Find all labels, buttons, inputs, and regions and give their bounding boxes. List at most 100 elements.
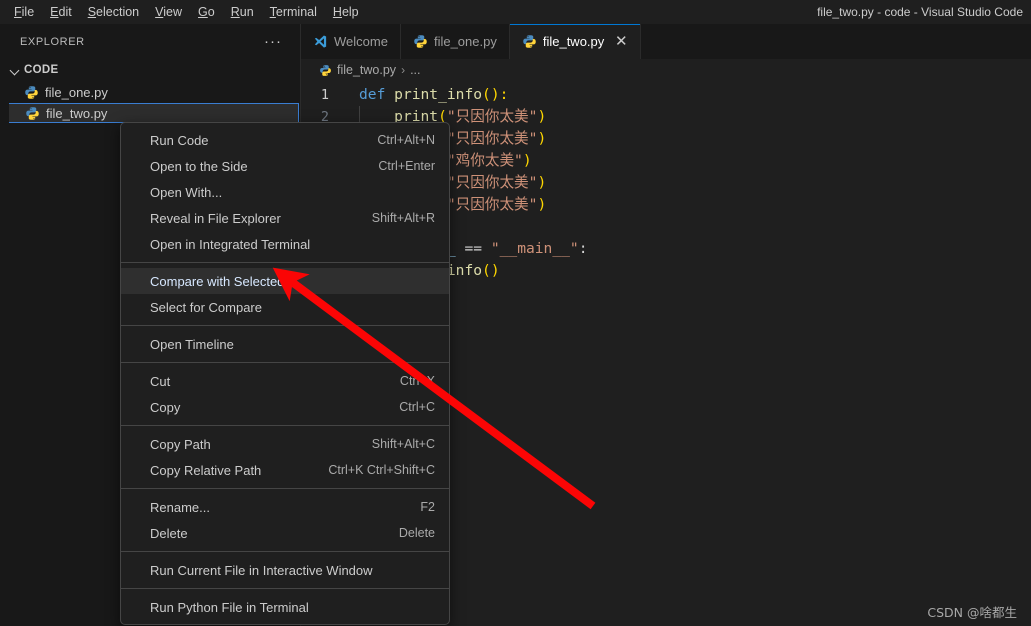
- menu-view-rest: iew: [163, 5, 183, 19]
- context-item-label: Open With...: [150, 184, 223, 200]
- context-menu-item-compare-with-selected[interactable]: Compare with Selected: [121, 268, 449, 294]
- menu-edit-mnemonic: E: [50, 5, 59, 19]
- context-item-label: Cut: [150, 373, 171, 389]
- root-folder-label: CODE: [24, 64, 59, 76]
- menu-terminal-rest: erminal: [275, 5, 317, 19]
- context-menu-separator: [121, 551, 449, 552]
- breadcrumb-file[interactable]: file_two.py: [337, 63, 396, 77]
- title-bar: File Edit Selection View Go Run Terminal…: [0, 0, 1031, 24]
- python-file-icon: [522, 34, 537, 49]
- context-item-shortcut: Delete: [398, 526, 435, 540]
- context-menu-item-open-with[interactable]: Open With...: [121, 179, 449, 205]
- tab-file-two[interactable]: file_two.py ✕: [509, 24, 642, 59]
- explorer-root-folder[interactable]: CODE: [0, 59, 300, 81]
- code-string: "只因你太美": [446, 196, 538, 213]
- activity-bar-strip: [0, 24, 9, 626]
- menu-item-edit[interactable]: Edit: [42, 2, 80, 22]
- context-menu-item-copy-relative-path[interactable]: Copy Relative Path Ctrl+K Ctrl+Shift+C: [121, 457, 449, 483]
- context-menu-item-cut[interactable]: Cut Ctrl+X: [121, 368, 449, 394]
- file-name-label: file_one.py: [45, 84, 108, 100]
- file-name-label: file_two.py: [46, 105, 108, 121]
- menu-file-mnemonic: F: [14, 5, 22, 19]
- explorer-title: EXPLORER: [20, 35, 85, 48]
- context-item-label: Compare with Selected: [150, 273, 285, 289]
- context-menu-item-run-code[interactable]: Run Code Ctrl+Alt+N: [121, 127, 449, 153]
- context-item-shortcut: Shift+Alt+R: [371, 211, 435, 225]
- menu-item-terminal[interactable]: Terminal: [262, 2, 325, 22]
- menu-item-view[interactable]: View: [147, 2, 190, 22]
- context-menu-separator: [121, 325, 449, 326]
- tab-welcome[interactable]: Welcome: [301, 24, 401, 59]
- context-menu-item-reveal-in-file-explorer[interactable]: Reveal in File Explorer Shift+Alt+R: [121, 205, 449, 231]
- code-punct: ): [522, 152, 532, 169]
- context-menu-item-copy[interactable]: Copy Ctrl+C: [121, 394, 449, 420]
- menu-item-go[interactable]: Go: [190, 2, 223, 22]
- menu-item-run[interactable]: Run: [223, 2, 262, 22]
- context-menu-item-select-for-compare[interactable]: Select for Compare: [121, 294, 449, 320]
- menu-item-help[interactable]: Help: [325, 2, 367, 22]
- menu-run-rest: un: [239, 5, 254, 19]
- code-punct: ): [537, 130, 547, 147]
- chevron-down-icon: [8, 63, 22, 77]
- tab-file-one[interactable]: file_one.py: [400, 24, 510, 59]
- breadcrumb-ellipsis[interactable]: ...: [410, 63, 420, 77]
- window-title: file_two.py - code - Visual Studio Code: [817, 5, 1023, 19]
- context-menu-item-copy-path[interactable]: Copy Path Shift+Alt+C: [121, 431, 449, 457]
- tab-label: file_one.py: [433, 34, 497, 49]
- file-tree-item-file-two[interactable]: file_two.py: [0, 103, 299, 123]
- context-menu-separator: [121, 425, 449, 426]
- context-item-shortcut: Ctrl+Alt+N: [377, 133, 435, 147]
- context-menu-item-open-to-the-side[interactable]: Open to the Side Ctrl+Enter: [121, 153, 449, 179]
- code-string: "__main__": [490, 240, 579, 257]
- context-item-shortcut: Shift+Alt+C: [371, 437, 435, 451]
- code-punct: (): [482, 262, 500, 279]
- python-file-icon: [413, 34, 428, 49]
- menu-item-selection[interactable]: Selection: [80, 2, 147, 22]
- breadcrumb[interactable]: file_two.py › ...: [301, 59, 1031, 81]
- python-file-icon: [25, 106, 40, 121]
- context-menu-separator: [121, 362, 449, 363]
- tab-label: file_two.py: [542, 34, 605, 49]
- code-line-1: 1 def print_info():: [301, 84, 1031, 106]
- context-item-label: Rename...: [150, 499, 210, 515]
- code-punct: ): [537, 174, 547, 191]
- code-punct: :: [578, 240, 588, 257]
- context-item-label: Run Current File in Interactive Window: [150, 562, 373, 578]
- menu-item-file[interactable]: File: [6, 2, 42, 22]
- python-file-icon: [24, 85, 39, 100]
- context-menu-item-delete[interactable]: Delete Delete: [121, 520, 449, 546]
- editor-tab-bar: Welcome file_one.py file_two.py ✕: [301, 24, 1031, 59]
- code-string: "只因你太美": [446, 174, 538, 191]
- context-item-label: Open to the Side: [150, 158, 248, 174]
- context-menu-separator: [121, 488, 449, 489]
- context-menu-item-rename[interactable]: Rename... F2: [121, 494, 449, 520]
- close-icon[interactable]: ✕: [614, 34, 628, 49]
- context-item-shortcut: Ctrl+X: [399, 374, 435, 388]
- line-number: 1: [320, 87, 329, 103]
- more-actions-icon[interactable]: ···: [264, 34, 282, 49]
- context-menu-item-run-current-file-in-interactive-window[interactable]: Run Current File in Interactive Window: [121, 557, 449, 583]
- line-text: def print_info():: [349, 84, 508, 106]
- context-item-label: Delete: [150, 525, 188, 541]
- context-menu-item-open-timeline[interactable]: Open Timeline: [121, 331, 449, 357]
- vscode-logo-icon: [313, 34, 328, 49]
- file-context-menu[interactable]: Run Code Ctrl+Alt+N Open to the Side Ctr…: [120, 122, 450, 625]
- code-keyword: def: [359, 86, 386, 103]
- python-file-icon: [319, 64, 332, 77]
- context-menu-item-open-in-integrated-terminal[interactable]: Open in Integrated Terminal: [121, 231, 449, 257]
- context-item-shortcut: Ctrl+C: [399, 400, 435, 414]
- context-item-label: Run Python File in Terminal: [150, 599, 309, 615]
- file-tree-item-file-one[interactable]: file_one.py: [0, 81, 300, 103]
- code-punct: ():: [482, 86, 509, 103]
- menu-file-rest: ile: [21, 5, 35, 19]
- watermark-text: CSDN @啥都生: [927, 605, 1017, 620]
- context-item-shortcut: Ctrl+Enter: [378, 159, 435, 173]
- menu-run-mnemonic: R: [230, 5, 240, 19]
- menu-go-mnemonic: G: [198, 5, 208, 19]
- menu-bar[interactable]: File Edit Selection View Go Run Terminal…: [0, 0, 367, 24]
- code-operator: ==: [464, 240, 483, 257]
- context-item-label: Copy: [150, 399, 181, 415]
- menu-edit-rest: dit: [58, 5, 72, 19]
- context-menu-item-run-python-file-in-terminal[interactable]: Run Python File in Terminal: [121, 594, 449, 620]
